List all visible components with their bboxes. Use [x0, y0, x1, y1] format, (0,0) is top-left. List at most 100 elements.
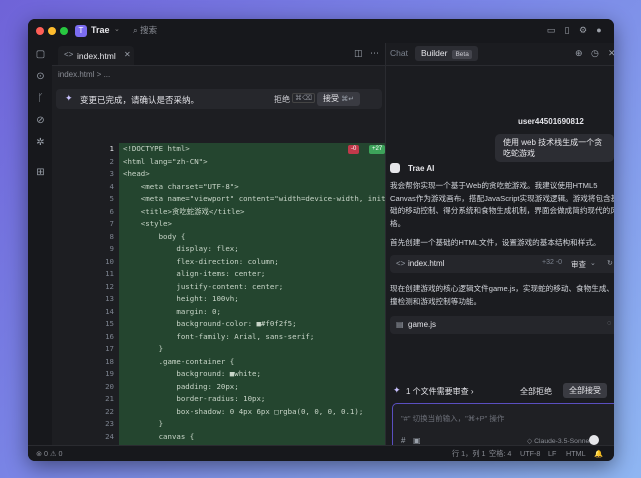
tab-builder[interactable]: Builder Beta: [415, 46, 478, 61]
accept-all-button[interactable]: 全部接受: [563, 383, 607, 398]
loading-icon: ◌: [607, 320, 612, 327]
maximize-window-button[interactable]: [60, 27, 68, 35]
line-number: 24: [105, 431, 114, 441]
status-bar: ⊗ 0 ⚠ 0 行 1，列 1 空格: 4 UTF-8 LF HTML 🔔: [28, 445, 614, 461]
breadcrumb[interactable]: index.html > ...: [58, 70, 110, 79]
new-chat-icon[interactable]: ⊕: [575, 48, 583, 59]
ai-message-3: 现在创建游戏的核心逻辑文件game.js，实现蛇的移动、食物生成、碰撞检测和游戏…: [390, 284, 614, 306]
chevron-down-icon[interactable]: ⌄: [114, 25, 120, 33]
line-text: body {: [123, 231, 186, 241]
accept-label: 接受: [323, 94, 339, 103]
file-diff-count: +32 -0: [542, 259, 563, 266]
extensions-icon[interactable]: ⊘: [35, 115, 46, 126]
model-selector[interactable]: ◇ Claude-3.5-Sonnet: [527, 437, 591, 445]
tab-builder-label: Builder: [421, 48, 448, 58]
file-card-index-html[interactable]: <> index.html +32 -0 审查 ⌄ ↻: [390, 255, 614, 273]
line-text: align-items: center;: [123, 269, 266, 278]
line-number: 10: [105, 256, 114, 266]
username: user44501690812: [518, 117, 584, 126]
refresh-icon[interactable]: ↻: [607, 259, 613, 267]
cursor-position[interactable]: 行 1，列 1: [452, 449, 486, 459]
search-icon[interactable]: ⊙: [35, 71, 46, 82]
language-mode[interactable]: HTML: [566, 449, 586, 458]
editor-tab-bar: <> index.html ✕ ◫ ⋯: [52, 43, 385, 66]
ai-message-2: 首先创建一个基础的HTML文件，设置游戏的基本结构和样式。: [390, 238, 601, 247]
line-text: canvas {: [123, 431, 195, 441]
tab-index-html[interactable]: <> index.html ✕: [58, 46, 134, 65]
encoding[interactable]: UTF-8: [520, 449, 540, 458]
account-icon[interactable]: ●: [594, 25, 604, 35]
close-icon[interactable]: ✕: [124, 50, 131, 59]
reject-button[interactable]: 拒绝: [274, 94, 290, 105]
line-text: }: [123, 419, 164, 428]
file-name: index.html: [408, 259, 445, 268]
apps-icon[interactable]: ⊞: [35, 167, 46, 178]
line-number: 1: [109, 144, 114, 153]
user-message: 使用 web 技术栈生成一个贪吃蛇游戏: [495, 134, 614, 162]
sparkle-icon: ✦: [65, 93, 73, 103]
title-bar: T Trae ⌄ ⌕ 搜索 ▭ ▯ ⚙ ●: [28, 19, 614, 44]
ai-name: Trae AI: [408, 164, 435, 173]
notification-icon[interactable]: 🔔: [594, 449, 603, 458]
split-editor-icon[interactable]: ◫: [354, 48, 363, 59]
ide-window: T Trae ⌄ ⌕ 搜索 ▭ ▯ ⚙ ● ▢ ⊙ ᚴ ⊘ ✲ ⊞ <> ind…: [28, 19, 614, 461]
send-button[interactable]: [589, 435, 599, 445]
added-count-badge: +27: [369, 145, 385, 154]
app-logo-icon: T: [75, 25, 87, 37]
accept-shortcut: ⌘↵: [341, 96, 355, 103]
ai-message-1: 我会帮你实现一个基于Web的贪吃蛇游戏。我建议使用HTML5 Canvas作为游…: [390, 181, 614, 228]
source-control-icon[interactable]: ᚴ: [35, 93, 46, 104]
line-number: 6: [109, 206, 114, 216]
accept-button[interactable]: 接受 ⌘↵: [317, 92, 361, 106]
review-summary[interactable]: 1 个文件需要审查 ›: [406, 386, 474, 397]
tab-chat[interactable]: Chat: [390, 48, 408, 58]
layout-toggle-icon[interactable]: ▭: [546, 25, 556, 35]
warning-count: 0: [58, 449, 63, 458]
code-file-icon: <>: [396, 259, 406, 268]
error-count: 0: [44, 449, 49, 458]
debug-icon[interactable]: ✲: [35, 137, 46, 148]
model-name: Claude-3.5-Sonnet: [534, 438, 592, 445]
chevron-down-icon[interactable]: ⌄: [590, 259, 596, 267]
line-text: box-shadow: 0 4px 6px □rgba(0, 0, 0, 0.1…: [123, 406, 364, 416]
minimize-window-button[interactable]: [48, 27, 56, 35]
line-text: <html lang="zh-CN">: [123, 156, 208, 166]
line-number: 7: [109, 219, 114, 228]
context-icon[interactable]: #: [401, 436, 405, 445]
line-text: padding: 20px;: [123, 381, 239, 391]
search-input[interactable]: ⌕ 搜索: [133, 24, 157, 36]
review-bar: ✦ 1 个文件需要审查 › 全部拒绝 全部接受: [386, 382, 614, 400]
line-text: display: flex;: [123, 244, 239, 253]
line-number: 9: [109, 244, 114, 253]
history-icon[interactable]: ◷: [591, 48, 599, 59]
line-text: <meta charset="UTF-8">: [123, 181, 239, 191]
problems-indicator[interactable]: ⊗ 0 ⚠ 0: [36, 449, 62, 458]
line-number: 21: [105, 394, 114, 403]
close-window-button[interactable]: [36, 27, 44, 35]
more-icon[interactable]: ⋯: [370, 48, 379, 59]
line-number: 16: [105, 331, 114, 341]
indentation[interactable]: 空格: 4: [489, 449, 511, 459]
line-number: 20: [105, 381, 114, 391]
reject-all-button[interactable]: 全部拒绝: [520, 386, 552, 397]
line-number: 17: [105, 344, 114, 353]
line-number: 2: [109, 156, 114, 166]
line-ending[interactable]: LF: [548, 449, 556, 458]
line-number: 19: [105, 369, 114, 378]
app-title[interactable]: Trae: [91, 25, 110, 35]
input-placeholder: "#" 切换当前输入，"⌘+P" 操作: [401, 414, 505, 423]
close-icon[interactable]: ✕: [608, 48, 614, 59]
line-text: font-family: Arial, sans-serif;: [123, 331, 315, 341]
file-card-game-js[interactable]: ▤ game.js ◌: [390, 316, 614, 334]
gear-icon[interactable]: ⚙: [578, 25, 588, 35]
explorer-icon[interactable]: ▢: [35, 49, 46, 60]
removed-count-badge: -0: [348, 145, 360, 154]
line-text: justify-content: center;: [123, 281, 284, 291]
review-button[interactable]: 审查: [571, 259, 586, 270]
line-number: 12: [105, 281, 114, 291]
code-view[interactable]: -0 +27 1 <!DOCTYPE html> 2 <html lang="zh-C…: [52, 143, 385, 446]
panel-toggle-icon[interactable]: ▯: [562, 25, 572, 35]
editor-area: <> index.html ✕ ◫ ⋯ index.html > ... ✦ 变…: [52, 43, 385, 446]
image-icon[interactable]: ▣: [413, 436, 421, 445]
activity-bar: ▢ ⊙ ᚴ ⊘ ✲ ⊞: [28, 43, 53, 446]
